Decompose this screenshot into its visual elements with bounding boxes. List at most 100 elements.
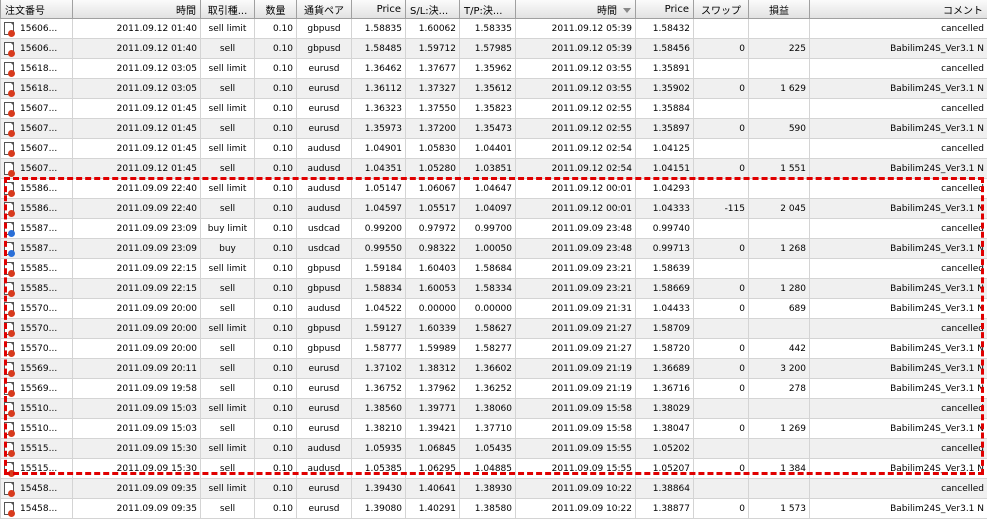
sell-order-icon [4, 482, 16, 496]
cell-volume: 0.10 [255, 399, 297, 419]
order-number-text: 15569... [20, 384, 57, 394]
table-row[interactable]: 15586...2011.09.09 22:40sell0.10audusd1.… [1, 199, 987, 219]
col-swap[interactable]: スワップ [694, 0, 749, 19]
cell-open-price: 1.58777 [352, 339, 406, 359]
table-row[interactable]: 15607...2011.09.12 01:45sell limit0.10au… [1, 139, 987, 159]
col-open-price[interactable]: Price [352, 0, 406, 19]
table-row[interactable]: 15606...2011.09.12 01:40sell limit0.10gb… [1, 19, 987, 39]
cell-take-profit: 1.03851 [460, 159, 516, 179]
cell-take-profit: 1.58277 [460, 339, 516, 359]
cell-close-time: 2011.09.09 23:48 [516, 239, 636, 259]
cell-stop-loss: 1.40291 [406, 499, 460, 519]
cell-symbol: audusd [297, 299, 352, 319]
cell-swap: 0 [694, 379, 749, 399]
col-symbol[interactable]: 通貨ペア [297, 0, 352, 19]
table-row[interactable]: 15607...2011.09.12 01:45sell0.10audusd1.… [1, 159, 987, 179]
col-take-profit[interactable]: T/P:決... [460, 0, 516, 19]
table-row[interactable]: 15618...2011.09.12 03:05sell0.10eurusd1.… [1, 79, 987, 99]
cell-open-time: 2011.09.09 20:00 [73, 339, 201, 359]
sell-order-icon [4, 382, 16, 396]
cell-take-profit: 1.36252 [460, 379, 516, 399]
table-row[interactable]: 15618...2011.09.12 03:05sell limit0.10eu… [1, 59, 987, 79]
cell-open-price: 1.38210 [352, 419, 406, 439]
table-row[interactable]: 15585...2011.09.09 22:15sell limit0.10gb… [1, 259, 987, 279]
col-profit[interactable]: 損益 [749, 0, 810, 19]
cell-symbol: eurusd [297, 379, 352, 399]
cell-comment: Babilim24S_Ver3.1 N [810, 459, 987, 479]
cell-type: sell limit [201, 479, 255, 499]
table-row[interactable]: 15586...2011.09.09 22:40sell limit0.10au… [1, 179, 987, 199]
cell-symbol: eurusd [297, 99, 352, 119]
cell-open-time: 2011.09.09 15:03 [73, 399, 201, 419]
cell-swap: 0 [694, 359, 749, 379]
table-row[interactable]: 15607...2011.09.12 01:45sell limit0.10eu… [1, 99, 987, 119]
table-row[interactable]: 15587...2011.09.09 23:09buy limit0.10usd… [1, 219, 987, 239]
table-row[interactable]: 15607...2011.09.12 01:45sell0.10eurusd1.… [1, 119, 987, 139]
cell-symbol: eurusd [297, 419, 352, 439]
col-open-time[interactable]: 時間 [73, 0, 201, 19]
cell-take-profit: 1.35473 [460, 119, 516, 139]
col-comment[interactable]: コメント [810, 0, 987, 19]
order-number-text: 15515... [20, 444, 57, 454]
col-type[interactable]: 取引種... [201, 0, 255, 19]
cell-order-number: 15569... [1, 379, 73, 399]
cell-volume: 0.10 [255, 219, 297, 239]
cell-order-number: 15618... [1, 59, 73, 79]
cell-take-profit: 1.36602 [460, 359, 516, 379]
cell-symbol: gbpusd [297, 259, 352, 279]
cell-order-number: 15586... [1, 179, 73, 199]
cell-stop-loss: 1.60053 [406, 279, 460, 299]
order-number-text: 15569... [20, 364, 57, 374]
cell-take-profit: 1.58334 [460, 279, 516, 299]
table-row[interactable]: 15510...2011.09.09 15:03sell0.10eurusd1.… [1, 419, 987, 439]
cell-profit: 2 045 [749, 199, 810, 219]
cell-open-time: 2011.09.09 19:58 [73, 379, 201, 399]
cell-profit: 590 [749, 119, 810, 139]
order-number-text: 15458... [20, 484, 57, 494]
col-close-time[interactable]: 時間 [516, 0, 636, 19]
cell-stop-loss: 1.38312 [406, 359, 460, 379]
cell-take-profit: 1.58627 [460, 319, 516, 339]
table-row[interactable]: 15569...2011.09.09 20:11sell0.10eurusd1.… [1, 359, 987, 379]
col-order-number[interactable]: 注文番号 [1, 0, 73, 19]
cell-type: sell limit [201, 179, 255, 199]
table-row[interactable]: 15458...2011.09.09 09:35sell0.10eurusd1.… [1, 499, 987, 519]
cell-stop-loss: 1.05280 [406, 159, 460, 179]
cell-take-profit: 1.38930 [460, 479, 516, 499]
table-row[interactable]: 15570...2011.09.09 20:00sell0.10audusd1.… [1, 299, 987, 319]
cell-close-price: 0.99740 [636, 219, 694, 239]
table-row[interactable]: 15585...2011.09.09 22:15sell0.10gbpusd1.… [1, 279, 987, 299]
cell-profit [749, 59, 810, 79]
cell-stop-loss: 1.60062 [406, 19, 460, 39]
cell-swap [694, 439, 749, 459]
cell-type: buy [201, 239, 255, 259]
table-row[interactable]: 15569...2011.09.09 19:58sell0.10eurusd1.… [1, 379, 987, 399]
table-row[interactable]: 15510...2011.09.09 15:03sell limit0.10eu… [1, 399, 987, 419]
cell-volume: 0.10 [255, 39, 297, 59]
table-row[interactable]: 15570...2011.09.09 20:00sell0.10gbpusd1.… [1, 339, 987, 359]
sell-order-icon [4, 162, 16, 176]
col-stop-loss[interactable]: S/L:決... [406, 0, 460, 19]
col-volume[interactable]: 数量 [255, 0, 297, 19]
cell-open-time: 2011.09.09 20:00 [73, 299, 201, 319]
cell-close-price: 1.38864 [636, 479, 694, 499]
cell-stop-loss: 1.40641 [406, 479, 460, 499]
cell-close-time: 2011.09.12 05:39 [516, 39, 636, 59]
cell-close-time: 2011.09.09 21:27 [516, 319, 636, 339]
table-row[interactable]: 15515...2011.09.09 15:30sell limit0.10au… [1, 439, 987, 459]
cell-comment: cancelled [810, 399, 987, 419]
cell-comment: cancelled [810, 139, 987, 159]
cell-volume: 0.10 [255, 359, 297, 379]
cell-close-price: 1.58669 [636, 279, 694, 299]
table-row[interactable]: 15458...2011.09.09 09:35sell limit0.10eu… [1, 479, 987, 499]
cell-volume: 0.10 [255, 479, 297, 499]
table-row[interactable]: 15587...2011.09.09 23:09buy0.10usdcad0.9… [1, 239, 987, 259]
col-close-price[interactable]: Price [636, 0, 694, 19]
cell-stop-loss: 1.05517 [406, 199, 460, 219]
table-row[interactable]: 15515...2011.09.09 15:30sell0.10audusd1.… [1, 459, 987, 479]
cell-profit: 225 [749, 39, 810, 59]
table-row[interactable]: 15570...2011.09.09 20:00sell limit0.10gb… [1, 319, 987, 339]
cell-swap: 0 [694, 339, 749, 359]
buy-order-icon [4, 222, 16, 236]
table-row[interactable]: 15606...2011.09.12 01:40sell0.10gbpusd1.… [1, 39, 987, 59]
